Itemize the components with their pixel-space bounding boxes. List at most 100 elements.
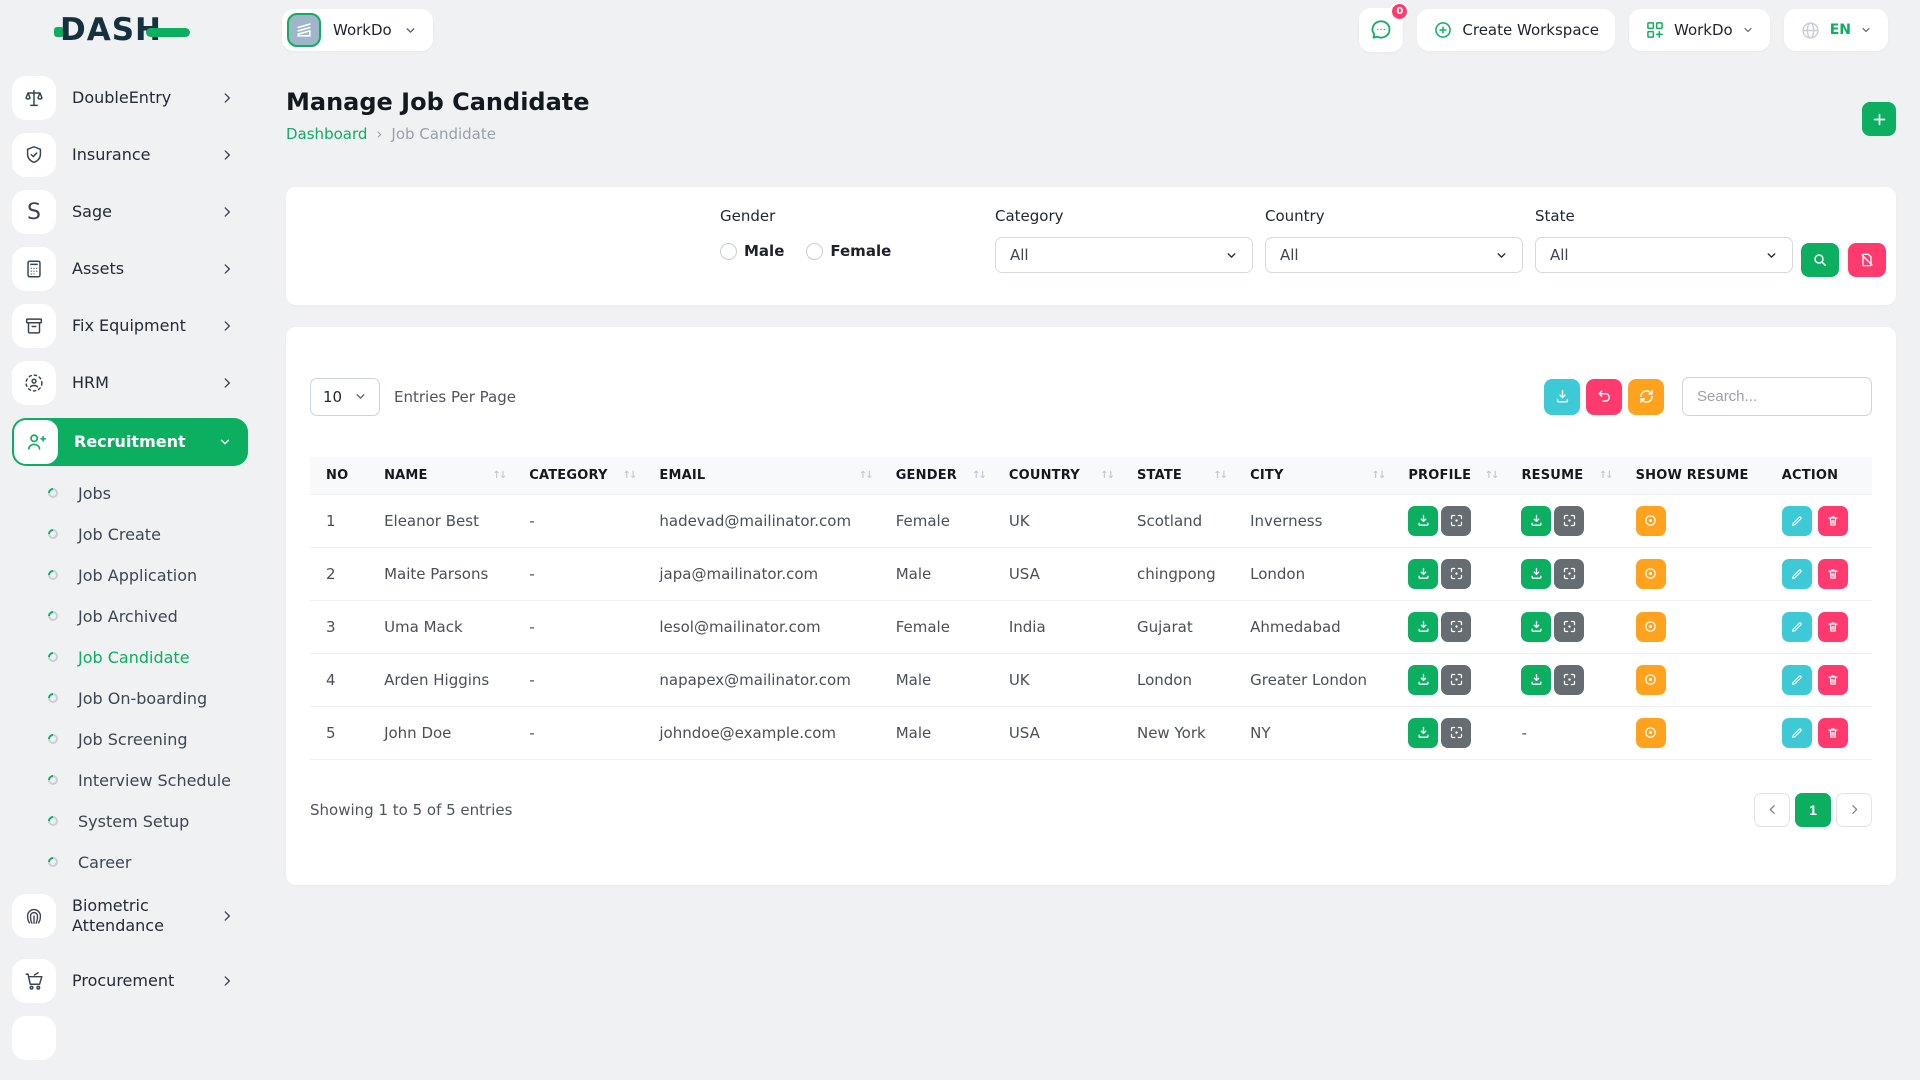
sidebar: DoubleEntry Insurance S Sage Assets Fix … <box>0 60 260 1080</box>
language-selector[interactable]: EN <box>1784 9 1888 51</box>
profile-download-button[interactable] <box>1408 612 1438 642</box>
edit-button[interactable] <box>1782 506 1812 536</box>
sort-icon[interactable]: ↑↓ <box>492 470 505 481</box>
show-resume-button[interactable] <box>1636 506 1666 536</box>
show-resume-button[interactable] <box>1636 718 1666 748</box>
sidebar-subitem-interview-schedule[interactable]: Interview Schedule <box>12 763 248 797</box>
edit-button[interactable] <box>1782 718 1812 748</box>
export-button[interactable] <box>1544 379 1580 415</box>
sidebar-subitem-job-archived[interactable]: Job Archived <box>12 599 248 633</box>
profile-view-button[interactable] <box>1441 506 1471 536</box>
sidebar-item-procurement[interactable]: Procurement <box>12 959 248 1003</box>
show-resume-button[interactable] <box>1636 559 1666 589</box>
profile-download-button[interactable] <box>1408 718 1438 748</box>
sidebar-item-label: Assets <box>72 259 124 279</box>
col-action: ACTION <box>1766 457 1872 494</box>
delete-button[interactable] <box>1818 718 1848 748</box>
next-page-button[interactable] <box>1836 793 1872 827</box>
sort-icon[interactable]: ↑↓ <box>623 470 636 481</box>
state-select[interactable]: All <box>1535 237 1793 273</box>
resume-download-button[interactable] <box>1521 506 1551 536</box>
app-switcher-button[interactable]: WorkDo <box>1629 9 1770 51</box>
sidebar-subitem-career[interactable]: Career <box>12 845 248 879</box>
apply-filter-button[interactable] <box>1801 243 1839 277</box>
profile-download-button[interactable] <box>1408 506 1438 536</box>
gender-female-radio[interactable] <box>806 243 823 260</box>
delete-button[interactable] <box>1818 559 1848 589</box>
delete-button[interactable] <box>1818 506 1848 536</box>
resume-download-button[interactable] <box>1521 559 1551 589</box>
sort-icon[interactable]: ↑↓ <box>1213 470 1226 481</box>
breadcrumb-current: Job Candidate <box>391 125 496 143</box>
resume-view-button[interactable] <box>1554 559 1584 589</box>
show-resume-button[interactable] <box>1636 612 1666 642</box>
sidebar-item-fix-equipment[interactable]: Fix Equipment <box>12 304 248 348</box>
col-gender[interactable]: GENDER↑↓ <box>880 457 993 494</box>
resume-view-button[interactable] <box>1554 665 1584 695</box>
sort-icon[interactable]: ↑↓ <box>1372 470 1385 481</box>
sidebar-item-hrm[interactable]: HRM <box>12 361 248 405</box>
sidebar-subitem-job-candidate[interactable]: Job Candidate <box>12 640 248 674</box>
sidebar-item-insurance[interactable]: Insurance <box>12 133 248 177</box>
sidebar-item-partial[interactable] <box>12 1016 248 1060</box>
table-footer: Showing 1 to 5 of 5 entries 1 <box>310 793 1872 827</box>
delete-button[interactable] <box>1818 665 1848 695</box>
col-state[interactable]: STATE↑↓ <box>1121 457 1234 494</box>
col-city[interactable]: CITY↑↓ <box>1234 457 1392 494</box>
sidebar-item-doubleentry[interactable]: DoubleEntry <box>12 76 248 120</box>
show-resume-button[interactable] <box>1636 665 1666 695</box>
prev-page-button[interactable] <box>1754 793 1790 827</box>
undo-button[interactable] <box>1586 379 1622 415</box>
create-workspace-button[interactable]: Create Workspace <box>1417 9 1615 51</box>
clear-filter-button[interactable] <box>1848 243 1886 277</box>
category-select[interactable]: All <box>995 237 1253 273</box>
edit-button[interactable] <box>1782 612 1812 642</box>
sidebar-item-sage[interactable]: S Sage <box>12 190 248 234</box>
messages-button[interactable]: 0 <box>1359 8 1403 52</box>
resume-download-button[interactable] <box>1521 612 1551 642</box>
table-search-input[interactable] <box>1682 377 1872 416</box>
profile-download-button[interactable] <box>1408 665 1438 695</box>
entries-per-page-select[interactable]: 10 <box>310 378 380 416</box>
country-select[interactable]: All <box>1265 237 1523 273</box>
col-profile[interactable]: PROFILE↑↓ <box>1392 457 1505 494</box>
edit-button[interactable] <box>1782 665 1812 695</box>
col-resume[interactable]: RESUME↑↓ <box>1505 457 1619 494</box>
sort-icon[interactable]: ↑↓ <box>1599 470 1612 481</box>
profile-view-button[interactable] <box>1441 665 1471 695</box>
delete-button[interactable] <box>1818 612 1848 642</box>
sort-icon[interactable]: ↑↓ <box>1100 470 1113 481</box>
add-candidate-button[interactable] <box>1862 102 1896 136</box>
profile-view-button[interactable] <box>1441 559 1471 589</box>
table-row: 4 Arden Higgins - napapex@mailinator.com… <box>310 653 1872 706</box>
sort-icon[interactable]: ↑↓ <box>1485 470 1498 481</box>
edit-button[interactable] <box>1782 559 1812 589</box>
col-category[interactable]: CATEGORY↑↓ <box>513 457 643 494</box>
sort-icon[interactable]: ↑↓ <box>972 470 985 481</box>
sidebar-subitem-job-create[interactable]: Job Create <box>12 517 248 551</box>
resume-view-button[interactable] <box>1554 612 1584 642</box>
sidebar-item-recruitment[interactable]: Recruitment <box>12 418 248 466</box>
sidebar-subitem-job-onboarding[interactable]: Job On-boarding <box>12 681 248 715</box>
profile-download-button[interactable] <box>1408 559 1438 589</box>
col-email[interactable]: EMAIL↑↓ <box>643 457 879 494</box>
gender-male-radio[interactable] <box>720 243 737 260</box>
col-name[interactable]: NAME↑↓ <box>368 457 513 494</box>
table-toolbar: 10 Entries Per Page <box>310 377 1872 416</box>
sidebar-subitem-jobs[interactable]: Jobs <box>12 476 248 510</box>
refresh-button[interactable] <box>1628 379 1664 415</box>
breadcrumb-dashboard-link[interactable]: Dashboard <box>286 125 367 143</box>
sidebar-item-assets[interactable]: Assets <box>12 247 248 291</box>
resume-view-button[interactable] <box>1554 506 1584 536</box>
sidebar-subitem-job-application[interactable]: Job Application <box>12 558 248 592</box>
sidebar-subitem-system-setup[interactable]: System Setup <box>12 804 248 838</box>
sidebar-item-biometric-attendance[interactable]: Biometric Attendance <box>12 886 248 946</box>
page-1-button[interactable]: 1 <box>1795 793 1831 827</box>
sort-icon[interactable]: ↑↓ <box>859 470 872 481</box>
profile-view-button[interactable] <box>1441 612 1471 642</box>
profile-view-button[interactable] <box>1441 718 1471 748</box>
workspace-switcher[interactable]: WorkDo <box>282 9 433 51</box>
sidebar-subitem-job-screening[interactable]: Job Screening <box>12 722 248 756</box>
col-country[interactable]: COUNTRY↑↓ <box>993 457 1121 494</box>
resume-download-button[interactable] <box>1521 665 1551 695</box>
